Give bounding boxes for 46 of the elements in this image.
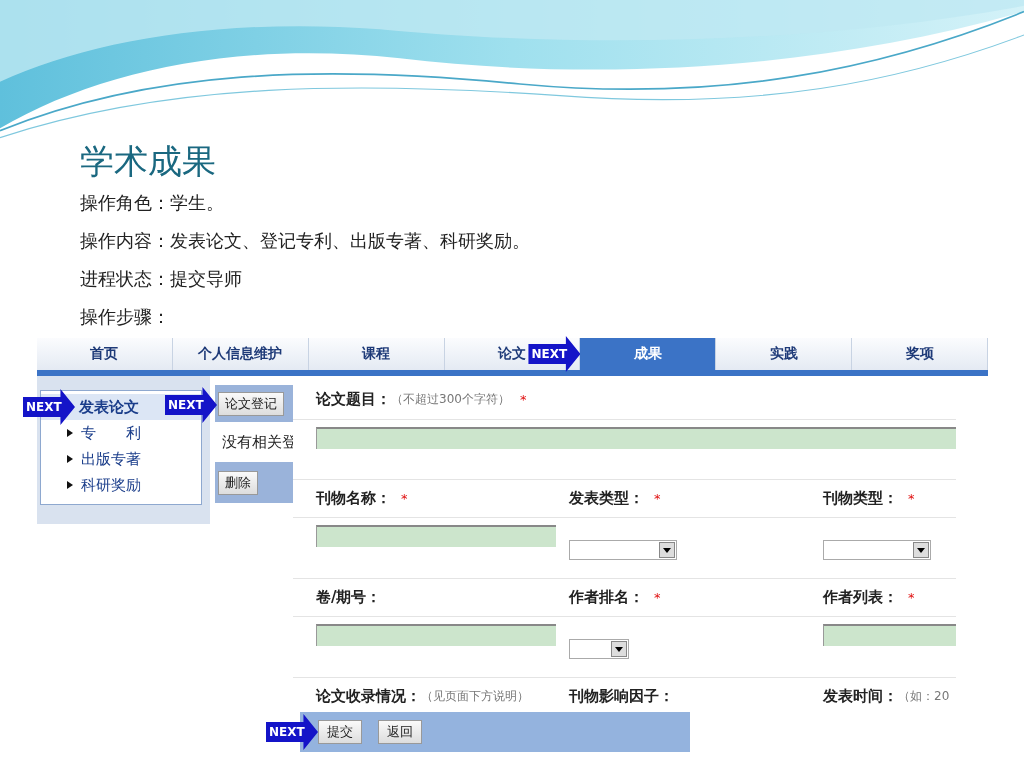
field-hint: （如：20	[898, 688, 950, 705]
slide-text: 操作步骤：	[80, 305, 171, 329]
field-label: 刊物类型：	[823, 489, 898, 508]
required-mark: *	[908, 590, 915, 605]
field-label: 卷/期号：	[316, 588, 382, 607]
input-field[interactable]	[316, 624, 556, 646]
input-field[interactable]	[316, 427, 956, 449]
sidebar-item[interactable]: 科研奖励	[41, 472, 201, 498]
input-field[interactable]	[316, 525, 556, 547]
form-button[interactable]: 提交	[318, 720, 362, 744]
slide-text: 操作内容：发表论文、登记专利、出版专著、科研奖励。	[80, 229, 531, 253]
nav-tab[interactable]: 个人信息维护	[172, 338, 309, 370]
delete-button[interactable]: 删除	[218, 470, 258, 495]
input-field[interactable]	[823, 624, 956, 646]
required-mark: *	[519, 392, 527, 407]
register-button[interactable]: 论文登记	[218, 391, 284, 416]
nav-tab[interactable]: 首页	[37, 338, 173, 370]
nav-tab[interactable]: 实践	[716, 338, 853, 370]
dropdown[interactable]	[823, 540, 931, 560]
field-label: 论文题目：	[316, 390, 391, 409]
bullet-icon	[67, 429, 73, 437]
field-hint: （不超过300个字符）	[391, 391, 510, 408]
field-label: 作者排名：	[569, 588, 644, 607]
slide-text: 操作角色：学生。	[80, 191, 225, 215]
field-label: 作者列表：	[823, 588, 898, 607]
field-label: 发表类型：	[569, 489, 644, 508]
required-mark: *	[908, 491, 915, 506]
required-mark: *	[654, 491, 661, 506]
dropdown[interactable]	[569, 540, 677, 560]
slide-text: 进程状态：提交导师	[80, 267, 243, 291]
dropdown[interactable]	[569, 639, 629, 659]
bullet-icon	[67, 481, 73, 489]
field-label: 刊物名称：	[316, 489, 391, 508]
nav-tab[interactable]: 课程	[308, 338, 445, 370]
nav-tab[interactable]: 成果	[580, 338, 717, 370]
required-mark: *	[654, 590, 661, 605]
field-hint: （见页面下方说明）	[421, 688, 529, 705]
field-label: 刊物影响因子：	[569, 687, 674, 706]
field-label: 论文收录情况：	[316, 687, 421, 706]
sidebar-item[interactable]: 出版专著	[41, 446, 201, 472]
slide-title: 学术成果	[80, 140, 217, 183]
form-button[interactable]: 返回	[378, 720, 422, 744]
nav-tab[interactable]: 奖项	[852, 338, 988, 370]
bullet-icon	[67, 455, 73, 463]
field-label: 发表时间：	[823, 687, 898, 706]
required-mark: *	[401, 491, 408, 506]
